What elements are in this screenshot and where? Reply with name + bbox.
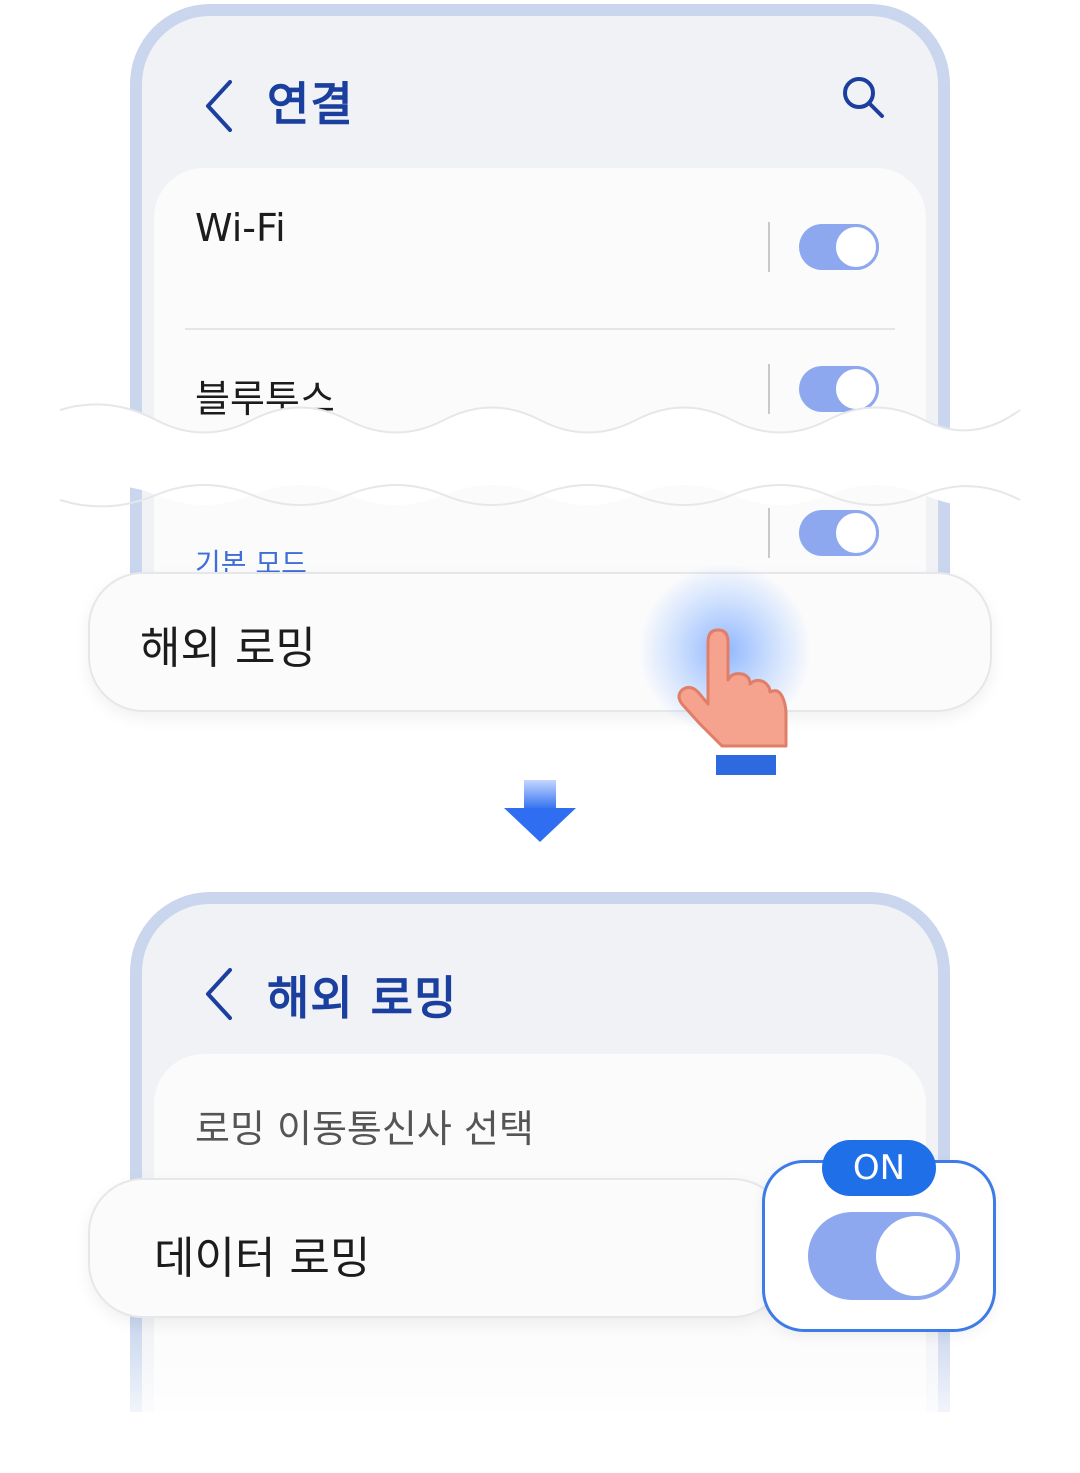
pointing-hand-icon — [677, 628, 788, 775]
wifi-toggle[interactable] — [799, 224, 879, 270]
carrier-select-label[interactable]: 로밍 이동통신사 선택 — [195, 1098, 534, 1153]
search-icon[interactable] — [838, 72, 888, 122]
wifi-label[interactable]: Wi-Fi — [195, 206, 286, 250]
data-roaming-toggle[interactable] — [808, 1212, 960, 1300]
back-arrow-icon[interactable] — [200, 964, 240, 1024]
page-title: 연결 — [267, 77, 354, 131]
back-arrow-icon[interactable] — [200, 76, 240, 136]
on-badge: ON — [822, 1140, 936, 1196]
row-divider — [185, 328, 895, 330]
overseas-roaming-label: 해외 로밍 — [140, 623, 316, 674]
overseas-roaming-item[interactable]: 해외 로밍 — [88, 572, 992, 712]
down-arrow-icon — [504, 780, 576, 842]
bottom-fade — [118, 1320, 962, 1473]
data-roaming-item[interactable]: 데이터 로밍 — [88, 1178, 788, 1318]
data-roaming-label: 데이터 로밍 — [154, 1233, 371, 1284]
cut-band — [59, 403, 1021, 508]
divider — [768, 222, 770, 272]
page-title: 해외 로밍 — [267, 971, 458, 1025]
